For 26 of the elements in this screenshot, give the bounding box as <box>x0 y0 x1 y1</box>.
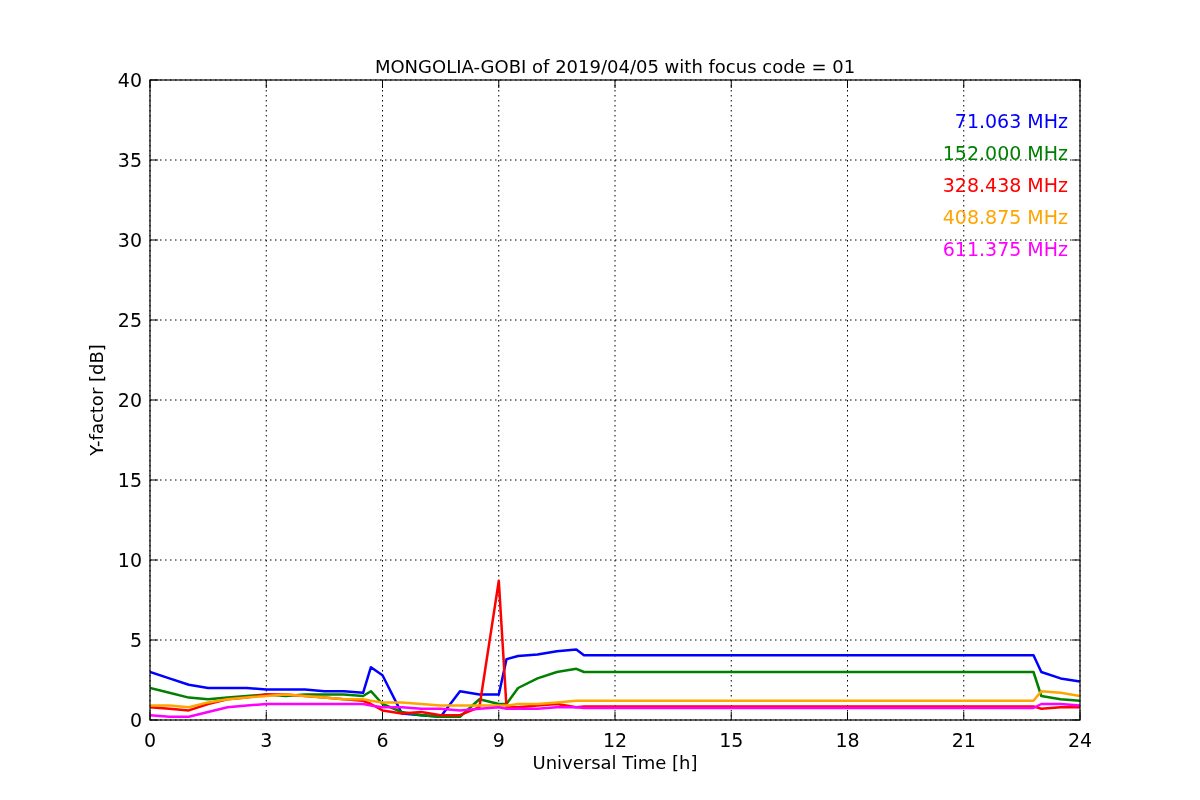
x-tick-label: 3 <box>260 729 273 751</box>
legend-label: 408.875 MHz <box>942 206 1068 228</box>
x-tick-label: 24 <box>1067 729 1093 751</box>
legend-label: 328.438 MHz <box>942 174 1068 196</box>
legend-label: 71.063 MHz <box>954 110 1068 132</box>
y-tick-label: 15 <box>117 469 142 491</box>
chart-title: MONGOLIA-GOBI of 2019/04/05 with focus code = 01 <box>374 56 856 77</box>
x-tick-label: 0 <box>143 729 157 751</box>
x-tick-label: 12 <box>602 729 628 751</box>
y-tick-label: 40 <box>117 69 142 91</box>
x-axis-label: Universal Time [h] <box>532 752 698 773</box>
y-tick-label: 35 <box>117 149 142 171</box>
x-tick-label: 15 <box>719 729 744 751</box>
legend-label: 611.375 MHz <box>942 238 1068 260</box>
y-tick-label: 20 <box>117 389 142 411</box>
y-axis-label: Y-factor [dB] <box>86 344 107 456</box>
y-tick-label: 5 <box>129 629 142 651</box>
y-tick-label: 10 <box>117 549 142 571</box>
legend-label: 152.000 MHz <box>942 142 1068 164</box>
y-tick-label: 30 <box>117 229 142 251</box>
y-tick-label: 0 <box>129 709 142 731</box>
x-tick-label: 9 <box>492 729 505 751</box>
x-tick-label: 18 <box>835 729 860 751</box>
x-tick-label: 21 <box>951 729 976 751</box>
y-tick-label: 25 <box>117 309 142 331</box>
x-tick-label: 6 <box>376 729 389 751</box>
